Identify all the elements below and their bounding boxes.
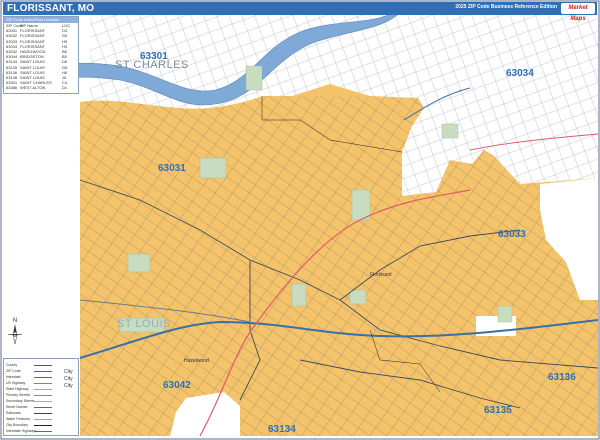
legend-row-label: City Boundary <box>6 423 28 427</box>
zip-index-legend: ZIP Code Index/Post Location ZIP Code ZI… <box>3 16 79 94</box>
publisher-logo: Market Maps <box>561 3 595 22</box>
zip-label-63031: 63031 <box>158 163 186 174</box>
legend-row-label: Primary Streets <box>6 393 31 397</box>
zip-label-63134: 63134 <box>268 424 296 435</box>
legend-city-2: City <box>64 376 73 382</box>
legend-row-label: US Highway <box>6 381 26 385</box>
legend-city-1: City <box>64 369 73 375</box>
legend-row-label: Water Features <box>6 417 30 421</box>
legend-row-swatch <box>34 401 52 402</box>
legend-row-swatch <box>34 365 52 366</box>
legend-row-swatch <box>34 389 52 390</box>
zip-label-63033: 63033 <box>498 229 526 240</box>
zip-index-cell: 63386 <box>6 85 18 91</box>
legend-row-swatch <box>34 383 52 384</box>
zip-label-63034: 63034 <box>506 68 534 79</box>
zip-label-63135: 63135 <box>484 405 512 416</box>
edition-label: 2025 ZIP Code Business Reference Edition <box>455 4 557 10</box>
map-canvas[interactable] <box>0 0 600 440</box>
legend-row-label: ZIP Code <box>6 369 21 373</box>
legend-row-swatch <box>34 419 52 420</box>
legend-row-swatch <box>34 395 52 396</box>
legend-row-label: Interstate <box>6 375 21 379</box>
legend-row-swatch <box>34 407 52 408</box>
map-legend: County ZIP Code Interstate US Highway State … <box>3 358 79 436</box>
legend-row-swatch <box>34 413 52 414</box>
zip-label-63042: 63042 <box>163 380 191 391</box>
zip-index-row: 63386 WEST ALTON D1 <box>4 85 78 90</box>
legend-row-swatch <box>34 377 52 378</box>
legend-row-label: Street Names <box>6 405 28 409</box>
svg-text:N: N <box>13 318 17 324</box>
compass-icon: N <box>8 318 22 345</box>
zip-label-63136: 63136 <box>548 372 576 383</box>
legend-row-swatch <box>34 425 52 426</box>
legend-row-swatch <box>34 371 52 372</box>
legend-row-label: State Highway <box>6 387 29 391</box>
place-florissant: Florissant <box>370 272 392 278</box>
legend-row-label: Secondary Streets <box>6 399 35 403</box>
place-st-louis: ST LOUIS <box>117 318 171 330</box>
legend-row-label: Interstate Highways <box>6 429 37 433</box>
zip-index-cell: D1 <box>62 85 68 91</box>
place-hazelwood: Hazelwood <box>184 358 209 364</box>
map-title: FLORISSANT, MO <box>7 3 95 14</box>
legend-city-3: City <box>64 383 73 389</box>
place-st-charles: ST CHARLES <box>115 59 189 71</box>
title-bar: FLORISSANT, MO 2025 ZIP Code Business Re… <box>3 2 597 22</box>
legend-row-label: Railroads <box>6 411 21 415</box>
zip-index-cell: WEST ALTON <box>20 85 46 91</box>
legend-row-swatch <box>34 431 52 432</box>
legend-row-label: County <box>6 363 18 367</box>
